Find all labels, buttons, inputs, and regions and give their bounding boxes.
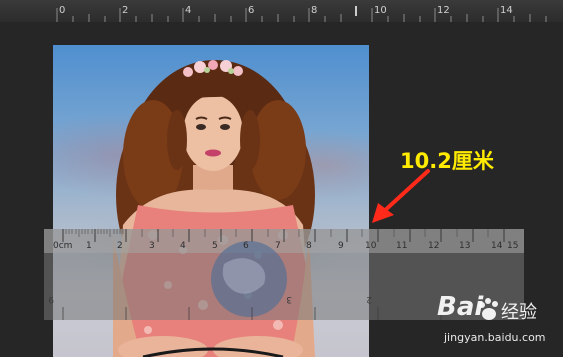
ruler-label: 4	[185, 5, 192, 16]
watermark-url: jingyan.baidu.com	[444, 331, 546, 344]
ruler-label: 2	[117, 241, 123, 251]
arrow-icon	[372, 169, 430, 223]
ruler-label: 6	[243, 241, 249, 251]
ruler-label: 0	[59, 5, 66, 16]
ruler-label: 3	[149, 241, 155, 251]
baidu-jingyan-watermark: Bai 经验 jingyan.baidu.com	[437, 292, 561, 354]
ruler-label: 10	[374, 5, 387, 16]
ruler-label: 14	[491, 241, 503, 251]
svg-text:2: 2	[366, 294, 372, 304]
horizontal-ruler[interactable]: 0 2 4 6 8 10 12 14	[0, 0, 563, 23]
ruler-label: 6	[248, 5, 255, 16]
svg-text:9: 9	[48, 294, 54, 304]
ruler-label: 1	[86, 241, 92, 251]
ruler-label: 14	[500, 5, 513, 16]
ruler-label: 11	[396, 241, 408, 251]
ruler-label: 8	[311, 5, 318, 16]
ruler-label: 5	[212, 241, 218, 251]
ruler-label: 10	[365, 241, 377, 251]
ruler-label: 2	[122, 5, 129, 16]
ruler-label: 13	[459, 241, 471, 251]
svg-text:3: 3	[286, 294, 292, 304]
ruler-ticks	[56, 6, 547, 22]
ruler-label: 12	[428, 241, 440, 251]
ruler-label: 15	[507, 241, 519, 251]
jingyan-label: 经验	[501, 302, 537, 323]
ruler-label: 9	[338, 241, 344, 251]
ruler-label: 12	[437, 5, 450, 16]
unit-label: 0cm	[53, 241, 73, 251]
ruler-label: 7	[275, 241, 281, 251]
ruler-label: 8	[306, 241, 312, 251]
paw-icon	[479, 298, 498, 320]
ruler-label: 4	[180, 241, 186, 251]
